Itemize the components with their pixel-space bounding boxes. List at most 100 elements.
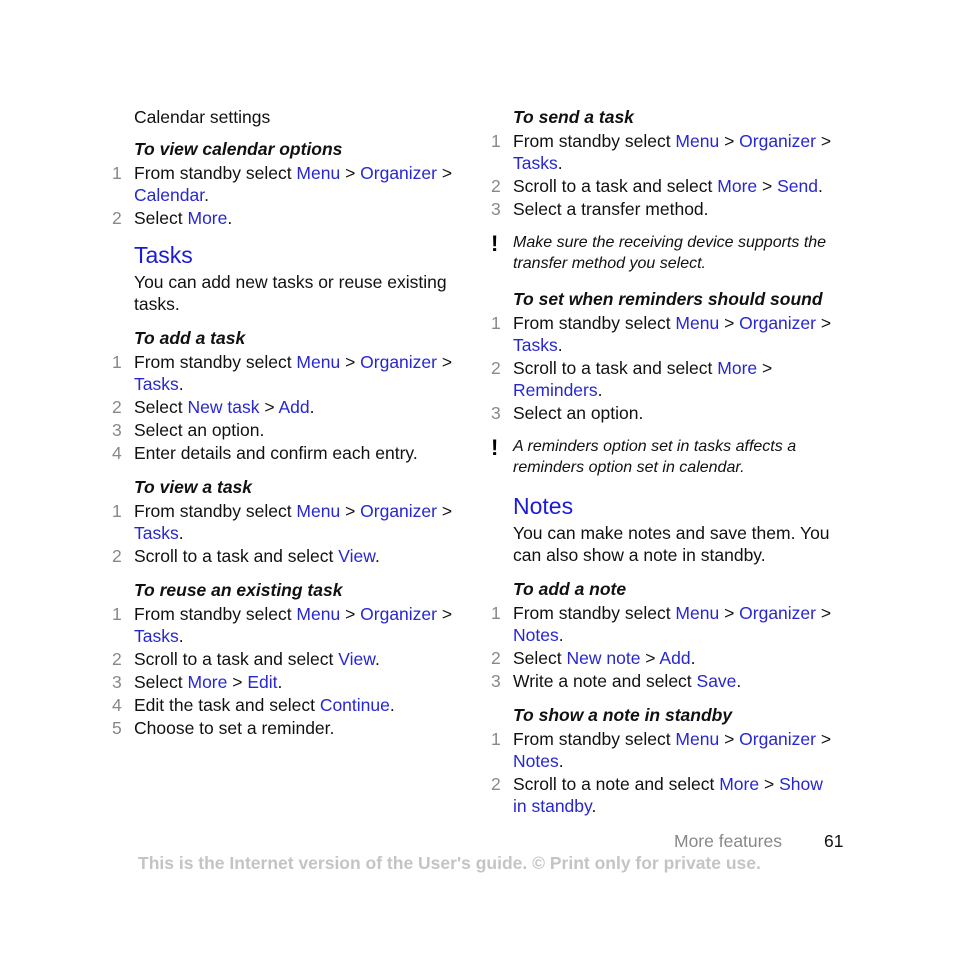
menu-link[interactable]: Add: [659, 648, 690, 668]
footer-disclaimer: This is the Internet version of the User…: [138, 853, 761, 873]
menu-link[interactable]: Organizer: [739, 603, 816, 623]
menu-link[interactable]: Tasks: [513, 335, 558, 355]
menu-link[interactable]: Menu: [296, 163, 340, 183]
step-text: >: [259, 397, 279, 417]
menu-link[interactable]: Menu: [296, 352, 340, 372]
step-text: .: [178, 626, 184, 646]
step-item: 1 From standby select Menu > Organizer > …: [112, 162, 462, 206]
step-number: 1: [491, 131, 501, 151]
calendar-settings-section: Calendar settings To view calendar optio…: [112, 106, 462, 160]
left-column: Calendar settings To view calendar optio…: [112, 106, 462, 751]
step-number: 3: [112, 672, 122, 692]
step-text: From standby select: [513, 313, 676, 333]
step-text: Select an option.: [134, 420, 265, 440]
step-number: 4: [112, 443, 122, 463]
step-text: >: [227, 672, 248, 692]
step-number: 2: [491, 648, 501, 668]
menu-link[interactable]: More: [188, 672, 228, 692]
step-text: From standby select: [134, 501, 297, 521]
menu-link[interactable]: Calendar: [134, 185, 204, 205]
add-note-title: To add a note: [513, 579, 627, 599]
view-calendar-options-title: To view calendar options: [134, 139, 343, 159]
menu-link[interactable]: More: [717, 176, 757, 196]
step-text: >: [816, 729, 832, 749]
step-text: .: [178, 523, 184, 543]
menu-link[interactable]: Tasks: [134, 523, 179, 543]
menu-link[interactable]: Reminders: [513, 380, 598, 400]
menu-link[interactable]: Organizer: [360, 352, 437, 372]
menu-link[interactable]: More: [717, 358, 757, 378]
step-text: Scroll to a task and select: [134, 546, 339, 566]
menu-link[interactable]: Menu: [675, 313, 719, 333]
menu-link[interactable]: Organizer: [360, 604, 437, 624]
step-text: >: [437, 604, 453, 624]
menu-link[interactable]: Menu: [296, 501, 340, 521]
step-number: 2: [112, 208, 122, 228]
step-text: From standby select: [134, 163, 297, 183]
menu-link[interactable]: View: [338, 649, 375, 669]
warning-icon: !: [491, 435, 499, 460]
step-text: .: [597, 380, 603, 400]
step-text: >: [816, 131, 832, 151]
note-text: Make sure the receiving device supports …: [513, 234, 827, 272]
menu-link[interactable]: Organizer: [360, 501, 437, 521]
step-item: 4 Edit the task and select Continue.: [112, 694, 462, 716]
menu-link[interactable]: Continue: [320, 695, 390, 715]
step-item: 3 Select an option.: [112, 419, 462, 441]
menu-link[interactable]: Organizer: [739, 131, 816, 151]
menu-link[interactable]: Tasks: [134, 626, 179, 646]
menu-link[interactable]: Organizer: [360, 163, 437, 183]
step-number: 1: [112, 352, 122, 372]
step-number: 1: [491, 729, 501, 749]
menu-link[interactable]: Add: [278, 397, 309, 417]
menu-link[interactable]: More: [719, 774, 759, 794]
add-task-title: To add a task: [134, 328, 246, 348]
step-number: 4: [112, 695, 122, 715]
step-item: 2 Select New note > Add.: [491, 647, 841, 669]
step-text: Select: [134, 672, 188, 692]
step-text: .: [227, 208, 233, 228]
step-text: .: [591, 796, 597, 816]
step-number: 2: [112, 546, 122, 566]
step-text: .: [178, 374, 184, 394]
step-text: >: [340, 501, 361, 521]
view-calendar-options-steps: 1 From standby select Menu > Organizer > …: [112, 162, 462, 229]
step-text: >: [757, 358, 773, 378]
step-item: 4 Enter details and confirm each entry.: [112, 442, 462, 464]
send-task-steps: 1 From standby select Menu > Organizer > …: [491, 130, 841, 220]
menu-link[interactable]: New note: [567, 648, 641, 668]
menu-link[interactable]: Send: [777, 176, 818, 196]
menu-link[interactable]: Notes: [513, 625, 559, 645]
tasks-section: Tasks You can add new tasks or reuse exi…: [112, 241, 462, 349]
step-number: 2: [491, 774, 501, 794]
step-text: .: [204, 185, 209, 205]
step-text: >: [757, 176, 778, 196]
menu-link[interactable]: Edit: [247, 672, 277, 692]
step-text: From standby select: [134, 604, 297, 624]
menu-link[interactable]: More: [188, 208, 228, 228]
step-text: .: [557, 153, 563, 173]
step-item: 2 Scroll to a task and select More > Send…: [491, 175, 841, 197]
menu-link[interactable]: Menu: [675, 729, 719, 749]
menu-link[interactable]: Save: [697, 671, 737, 691]
menu-link[interactable]: View: [338, 546, 375, 566]
menu-link[interactable]: Tasks: [134, 374, 179, 394]
warning-icon: !: [491, 231, 499, 256]
step-text: Choose to set a reminder.: [134, 718, 335, 738]
menu-link[interactable]: Tasks: [513, 153, 558, 173]
step-text: .: [817, 176, 823, 196]
menu-link[interactable]: New task: [188, 397, 260, 417]
menu-link[interactable]: Menu: [296, 604, 340, 624]
send-task-title: To send a task: [513, 107, 634, 127]
menu-link[interactable]: Notes: [513, 751, 559, 771]
step-text: >: [816, 603, 832, 623]
menu-link[interactable]: Organizer: [739, 729, 816, 749]
menu-link[interactable]: Menu: [675, 131, 719, 151]
step-item: 2 Select New task > Add.: [112, 396, 462, 418]
step-item: 3 Select More > Edit.: [112, 671, 462, 693]
menu-link[interactable]: Menu: [675, 603, 719, 623]
step-text: From standby select: [513, 729, 676, 749]
add-note-steps: 1 From standby select Menu > Organizer > …: [491, 602, 841, 692]
step-item: 1 From standby select Menu > Organizer > …: [491, 312, 841, 356]
menu-link[interactable]: Organizer: [739, 313, 816, 333]
